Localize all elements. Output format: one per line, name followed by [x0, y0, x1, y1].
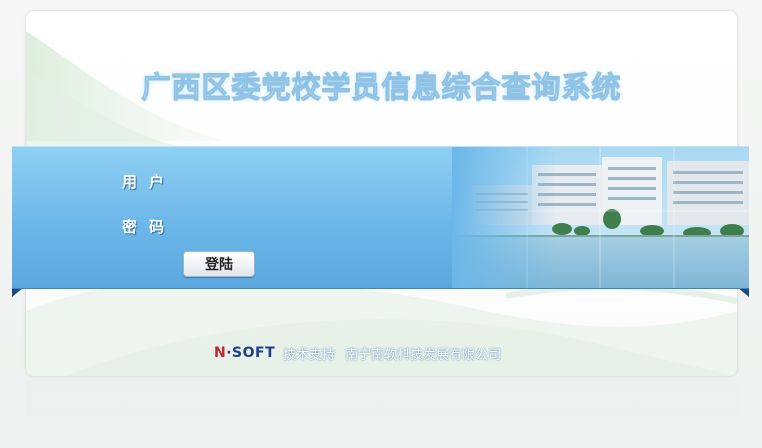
nsoft-logo: N·SOFT: [214, 345, 276, 361]
username-label: 用户: [122, 173, 177, 191]
login-band: 用户 密码 登陆: [12, 146, 749, 289]
footer: N·SOFT 技术支持 南宁南软科技发展有限公司: [214, 344, 502, 363]
company-name: 南宁南软科技发展有限公司: [345, 347, 502, 363]
login-button[interactable]: 登陆: [183, 251, 255, 277]
support-label: 技术支持: [283, 347, 336, 363]
card-reflection: [26, 378, 737, 448]
page-title: 广西区委党校学员信息综合查询系统: [141, 70, 622, 105]
password-label: 密码: [122, 218, 177, 236]
campus-photo: [452, 147, 749, 288]
login-page: 广西区委党校学员信息综合查询系统 N·SOFT 技术支持 南宁南软科技发展有限公…: [0, 0, 762, 448]
